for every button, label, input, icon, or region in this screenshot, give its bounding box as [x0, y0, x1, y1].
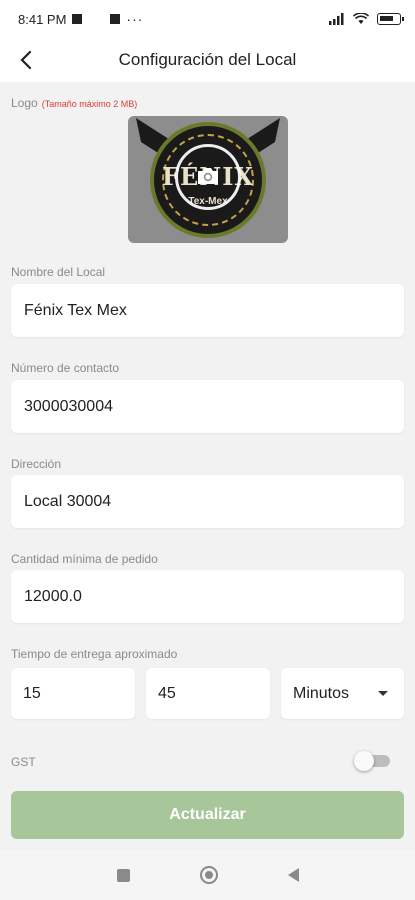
status-time: 8:41 PM [18, 11, 67, 27]
contact-number-field[interactable]: 3000030004 [11, 380, 404, 433]
contact-number-label: Número de contacto [11, 361, 120, 375]
contact-number-value: 3000030004 [24, 397, 113, 415]
logo-label-row: Logo (Tamaño máximo 2 MB) [11, 96, 137, 110]
min-order-label: Cantidad mínima de pedido [11, 552, 158, 566]
delivery-time-from-field[interactable]: 15 [11, 668, 135, 719]
dropdown-caret-icon [378, 691, 388, 696]
overflow-indicator: ··· [126, 11, 144, 27]
min-order-value: 12000.0 [24, 587, 82, 605]
address-field[interactable]: Local 30004 [11, 475, 404, 528]
update-button[interactable]: Actualizar [11, 791, 404, 839]
logo-size-hint: (Tamaño máximo 2 MB) [41, 99, 138, 109]
min-order-field[interactable]: 12000.0 [11, 570, 404, 623]
gst-label: GST [11, 755, 36, 769]
logo-label: Logo [11, 96, 38, 110]
delivery-unit-dropdown[interactable]: Minutos [281, 668, 404, 719]
back-button[interactable] [12, 46, 40, 74]
address-value: Local 30004 [24, 492, 112, 510]
status-bar: 8:41 PM ··· [0, 0, 415, 38]
wifi-icon [353, 13, 369, 24]
battery-icon [377, 13, 404, 25]
home-icon[interactable] [199, 866, 218, 884]
app-bar: Configuración del Local [0, 38, 415, 82]
back-arrow-icon [20, 50, 32, 70]
page-title: Configuración del Local [118, 50, 297, 69]
delivery-time-to-field[interactable]: 45 [146, 668, 270, 719]
notification-icon [110, 14, 121, 24]
recent-apps-icon[interactable] [116, 868, 130, 882]
delivery-time-label: Tiempo de entrega aproximado [11, 647, 178, 661]
notification-icon [72, 14, 83, 24]
back-icon[interactable] [287, 868, 299, 882]
logo-picker[interactable]: FÉNIX Tex-Mex [128, 116, 288, 243]
delivery-time-to-value: 45 [158, 684, 176, 702]
delivery-unit-value: Minutos [293, 684, 350, 702]
store-name-label: Nombre del Local [11, 265, 106, 279]
delivery-time-from-value: 15 [23, 684, 41, 702]
signal-icon [329, 13, 344, 25]
store-name-value: Fénix Tex Mex [24, 301, 127, 319]
gst-toggle[interactable] [354, 751, 390, 771]
system-nav-bar [0, 850, 415, 900]
camera-icon[interactable] [196, 166, 220, 186]
update-button-label: Actualizar [169, 806, 246, 823]
address-label: Dirección [11, 457, 62, 471]
store-name-field[interactable]: Fénix Tex Mex [11, 284, 404, 337]
